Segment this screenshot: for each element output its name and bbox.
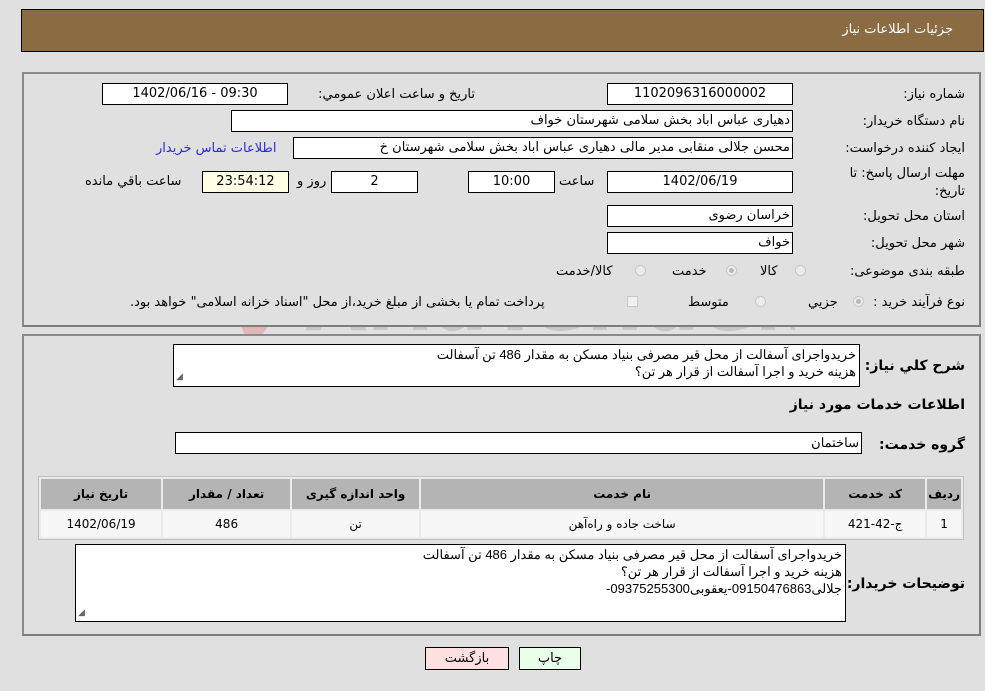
need-number-field: 1102096316000002 — [607, 83, 793, 105]
deadline-time-label: ساعت — [559, 174, 595, 189]
cell-row: 1 — [927, 511, 961, 537]
category-radio-goods[interactable] — [795, 265, 806, 276]
cell-name: ساخت جاده و راه‌آهن — [421, 511, 824, 537]
process-option-medium: متوسط — [688, 295, 729, 310]
table-header-row: ردیف کد خدمت نام خدمت واحد اندازه گیری ت… — [41, 479, 961, 509]
page-header: جزئیات اطلاعات نیاز — [21, 9, 984, 52]
cell-code: ج-42-421 — [825, 511, 926, 537]
col-row: ردیف — [927, 479, 961, 509]
buyer-notes-textarea[interactable]: خریدواجرای آسفالت از محل قیر مصرفی بنیاد… — [75, 544, 846, 622]
creator-field: محسن جلالی منقابی مدیر مالی دهیاری عباس … — [293, 137, 793, 159]
announce-datetime-field: 1402/06/16 - 09:30 — [102, 83, 288, 105]
category-label: طبقه بندی موضوعی: — [849, 264, 965, 279]
time-remaining-field: 23:54:12 — [202, 171, 289, 193]
col-name: نام خدمت — [421, 479, 824, 509]
city-label: شهر محل تحویل: — [870, 236, 965, 251]
process-radio-medium[interactable] — [755, 296, 766, 307]
category-radio-goods-service[interactable] — [635, 265, 646, 276]
col-unit: واحد اندازه گیری — [292, 479, 420, 509]
announce-label: تاریخ و ساعت اعلان عمومي: — [318, 87, 475, 102]
print-button[interactable]: چاپ — [519, 647, 581, 670]
cell-qty: 486 — [163, 511, 291, 537]
deadline-date-field: 1402/06/19 — [607, 171, 793, 193]
treasury-checkbox[interactable] — [627, 296, 638, 307]
col-date: تاریخ نیاز — [41, 479, 162, 509]
time-remaining-label: ساعت باقي مانده — [85, 174, 182, 189]
cell-unit: تن — [292, 511, 420, 537]
category-option-goods: کالا — [760, 264, 778, 279]
buyer-org-field: دهیاری عباس اباد بخش سلامی شهرستان خواف — [231, 110, 793, 132]
process-radio-minor[interactable] — [853, 296, 864, 307]
city-field: خواف — [607, 232, 793, 254]
province-field: خراسان رضوی — [607, 205, 793, 227]
process-type-label: نوع فرآیند خرید : — [873, 295, 965, 310]
col-qty: تعداد / مقدار — [163, 479, 291, 509]
page-title: جزئیات اطلاعات نیاز — [842, 22, 953, 37]
category-radio-service[interactable] — [726, 265, 737, 276]
back-button[interactable]: بازگشت — [425, 647, 509, 670]
days-label: روز و — [297, 174, 327, 189]
deadline-time-field: 10:00 — [468, 171, 555, 193]
need-number-label: شماره نیاز: — [903, 87, 965, 102]
province-label: استان محل تحویل: — [863, 209, 965, 224]
col-code: کد خدمت — [825, 479, 926, 509]
cell-date: 1402/06/19 — [41, 511, 162, 537]
creator-label: ایجاد کننده درخواست: — [845, 141, 965, 156]
buyer-contact-link[interactable]: اطلاعات تماس خریدار — [156, 141, 276, 156]
table-row: 1 ج-42-421 ساخت جاده و راه‌آهن تن 486 14… — [41, 511, 961, 537]
treasury-note: پرداخت تمام یا بخشی از مبلغ خرید،از محل … — [130, 295, 545, 310]
process-option-minor: جزيي — [808, 295, 838, 310]
buyer-org-label: نام دستگاه خریدار: — [862, 114, 965, 129]
days-remaining-field: 2 — [331, 171, 418, 193]
resize-grip-icon[interactable]: ◢ — [78, 608, 85, 690]
buyer-notes-label: توضیحات خریدار: — [846, 576, 965, 592]
deadline-label: مهلت ارسال پاسخ: تا تاریخ: — [849, 166, 965, 199]
category-option-service: خدمت — [672, 264, 707, 279]
services-table: ردیف کد خدمت نام خدمت واحد اندازه گیری ت… — [38, 476, 964, 540]
category-option-goods-service: کالا/خدمت — [556, 264, 613, 279]
